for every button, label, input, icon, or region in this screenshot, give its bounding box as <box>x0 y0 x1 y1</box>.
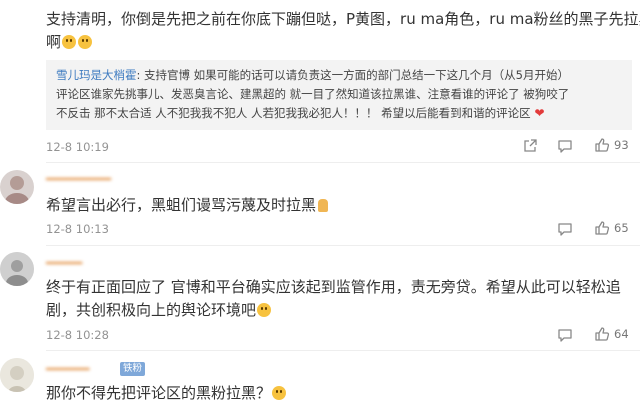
like-button[interactable]: 65 <box>594 220 629 236</box>
username-blurred[interactable]: ━━━━━ <box>46 256 106 270</box>
comment-icon <box>558 329 572 342</box>
like-icon <box>595 327 610 341</box>
avatar[interactable] <box>0 170 34 204</box>
comment-button[interactable] <box>557 221 573 237</box>
quote-line-1: 雪儿玛是大梢霍: 支持官博 如果可能的话可以请负责这一方面的部门总结一下这几个月… <box>56 68 569 82</box>
comment-1-text-line2: 啊 <box>46 31 93 53</box>
avatar-image-icon <box>0 358 34 392</box>
comment-1-time: 12-8 10:19 <box>46 140 109 154</box>
quote-line-3: 不反击 那不太合适 人不犯我我不犯人 人若犯我我必犯人！！！ 希望以后能看到和谐… <box>56 106 545 120</box>
comment-3-text-line2: 剧，共创积极向上的舆论环境吧 <box>46 299 272 321</box>
share-button[interactable] <box>522 138 538 154</box>
comment-2-text: 希望言出必行，黑蛆们谩骂污蔑及时拉黑 <box>46 194 329 216</box>
avatar[interactable] <box>0 358 34 392</box>
username-blurred[interactable]: ━━━━━━━━━ <box>46 172 156 186</box>
comment-1-text-line1: 支持清明，你倒是先把之前在你底下蹦但哒，P黄图，ru ma角色，ru ma粉丝的… <box>46 10 640 28</box>
like-icon <box>595 138 610 152</box>
heart-icon: ❤ <box>530 106 545 120</box>
username-blurred[interactable]: ━━━━━━ <box>46 362 116 376</box>
divider <box>46 162 640 163</box>
comment-4-text: 那你不得先把评论区的黑粉拉黑？ <box>46 382 287 404</box>
comment-button[interactable] <box>557 138 573 154</box>
divider <box>46 350 640 351</box>
avatar-image-icon <box>0 252 34 286</box>
comment-3-time: 12-8 10:28 <box>46 328 109 342</box>
comment-icon <box>558 140 572 153</box>
quoted-comment: 雪儿玛是大梢霍: 支持官博 如果可能的话可以请负责这一方面的部门总结一下这几个月… <box>46 60 632 130</box>
smile-emoji-icon <box>272 386 287 400</box>
avatar[interactable] <box>0 252 34 286</box>
like-count: 65 <box>614 221 629 235</box>
like-icon <box>595 221 610 235</box>
comment-button[interactable] <box>557 327 573 343</box>
comment-2-time: 12-8 10:13 <box>46 222 109 236</box>
smile-emoji-icon <box>257 303 272 317</box>
avatar-image-icon <box>5 176 29 204</box>
quote-line-2: 评论区谁家先挑事儿、发恶臭言论、建黑超的 就一目了然知道该拉黑谁、注意看谁的评论… <box>56 87 570 101</box>
like-count: 93 <box>614 138 629 152</box>
fan-badge: 铁粉 <box>120 362 146 376</box>
like-count: 64 <box>614 327 629 341</box>
quote-username[interactable]: 雪儿玛是大梢霍 <box>56 68 137 82</box>
surprised-emoji-icon <box>78 35 93 49</box>
surprised-emoji-icon <box>62 35 77 49</box>
comment-3-text-line1: 终于有正面回应了 官博和平台确实应该起到监管作用，责无旁贷。希望从此可以轻松追 <box>46 278 621 296</box>
like-button[interactable]: 64 <box>594 326 629 342</box>
share-icon <box>524 139 537 152</box>
like-button[interactable]: 93 <box>594 137 629 153</box>
divider <box>46 245 640 246</box>
comment-icon <box>558 223 572 236</box>
pray-emoji-icon <box>318 199 329 212</box>
